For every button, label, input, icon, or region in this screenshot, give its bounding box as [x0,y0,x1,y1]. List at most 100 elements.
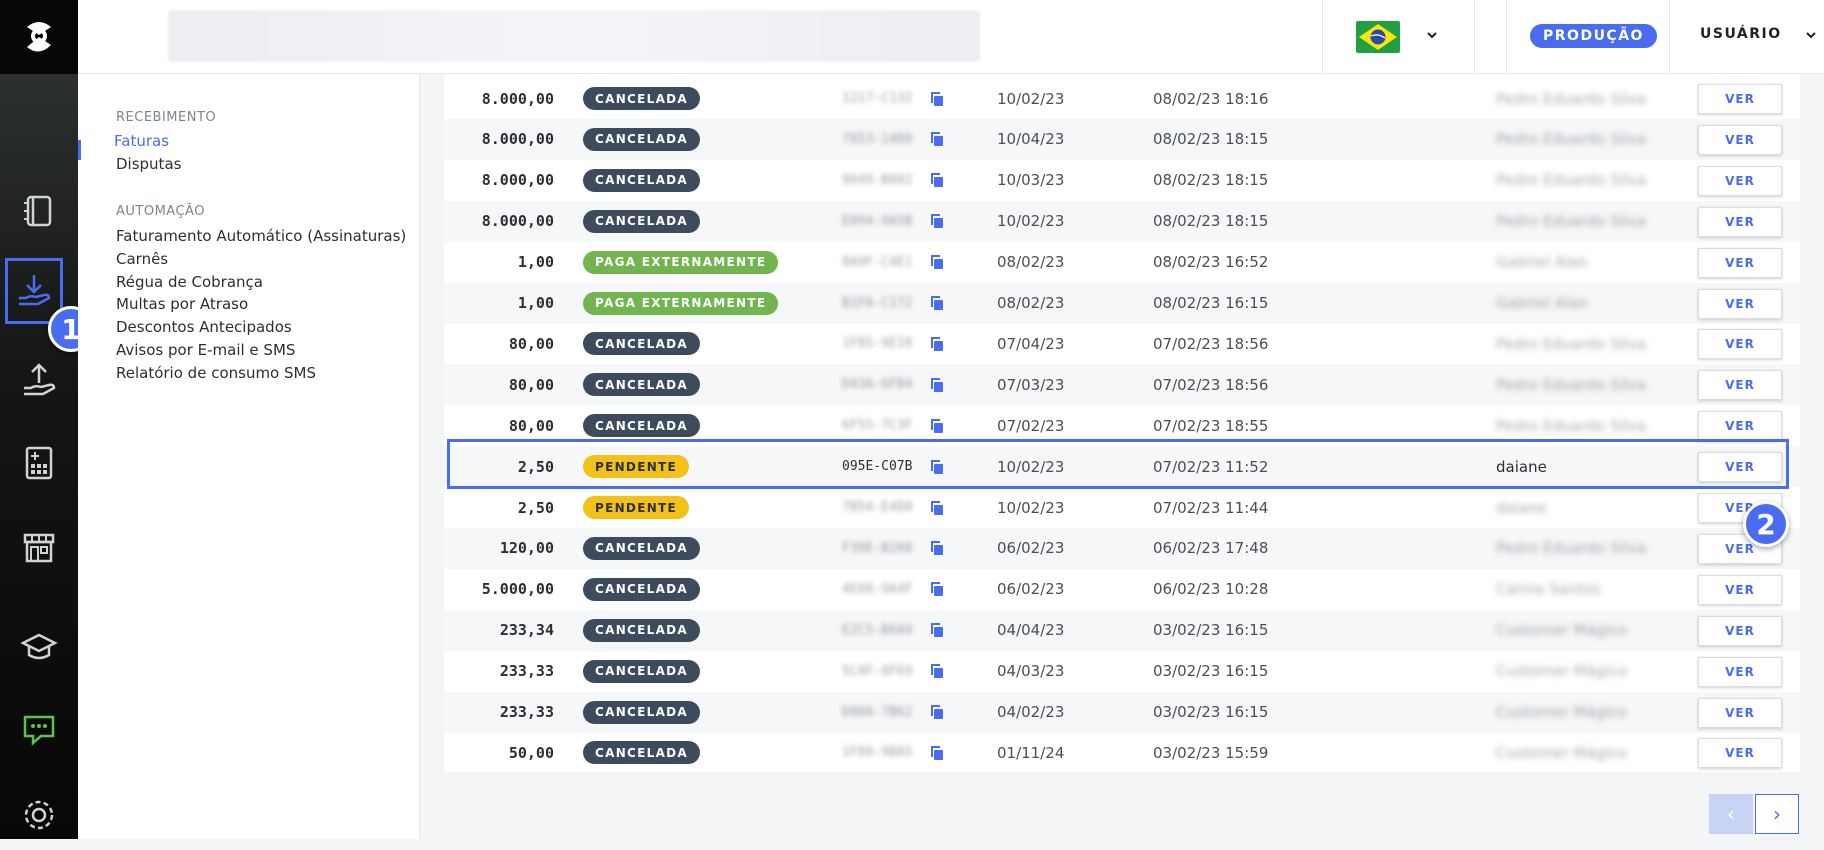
copy-icon[interactable] [929,487,947,528]
gear-icon[interactable] [0,780,78,850]
nav-link-carnes[interactable]: Carnês [116,250,168,268]
previous-page-button[interactable]: ‹ [1709,794,1753,834]
view-invoice-button[interactable]: VER [1698,370,1782,401]
user-menu[interactable]: USUÁRIO [1700,26,1782,42]
table-row: 2,50 PENDENTE 7B54-E480 10/02/23 07/02/23 11… [444,487,1800,528]
copy-icon[interactable] [929,732,947,773]
due-date: 01/11/24 [997,743,1065,762]
sub-navigation: RECEBIMENTO Faturas Disputas AUTOMAÇÃO F… [78,74,420,839]
table-row: 2,50 PENDENTE 095E-C07B 10/02/23 07/02/23 11… [444,446,1800,488]
view-invoice-button[interactable]: VER [1698,411,1782,442]
icon-rail [0,0,78,839]
invoice-amount: 1,00 [517,253,554,272]
view-invoice-button[interactable]: VER [1698,84,1782,114]
status-cell: CANCELADA [583,732,701,773]
invoice-code: D88A-7B62 [842,704,913,720]
copy-icon[interactable] [929,201,947,242]
view-invoice-button[interactable]: VER [1698,697,1782,728]
copy-icon[interactable] [929,651,947,692]
invoice-amount: 233,33 [499,703,554,721]
nav-link-faturas[interactable]: Faturas [114,132,169,150]
view-invoice-button[interactable]: VER [1698,329,1782,360]
copy-icon[interactable] [929,323,947,364]
view-invoice-button[interactable]: VER [1698,247,1782,278]
invoice-code: F39E-B2A8 [842,540,913,556]
environment-badge[interactable]: PRODUÇÃO [1530,24,1657,48]
copy-icon[interactable] [929,119,947,160]
copy-icon[interactable] [929,610,947,651]
invoice-amount: 8.000,00 [481,212,554,231]
view-invoice-button[interactable]: VER [1698,288,1782,319]
invoice-code: 1F80-9BA5 [842,745,913,761]
graduation-cap-icon[interactable] [0,612,78,682]
view-invoice-button[interactable]: VER [1698,206,1782,237]
section-title-automacao: AUTOMAÇÃO [116,204,205,219]
divider [1322,0,1323,74]
invoice-amount: 8.000,00 [481,171,554,190]
due-date: 10/04/23 [997,130,1065,149]
view-invoice-button[interactable]: VER [1698,124,1782,155]
invoice-amount: 50,00 [508,743,554,762]
client-name: Gabriel Alan [1496,294,1588,312]
nav-link-regua-de-cobranca[interactable]: Régua de Cobrança [116,273,263,291]
nav-link-multas-por-atraso[interactable]: Multas por Atraso [116,295,248,313]
nav-link-disputas[interactable]: Disputas [116,155,181,173]
status-badge: CANCELADA [583,168,701,192]
view-invoice-button[interactable]: VER [1698,738,1782,769]
invoice-code: 5C4F-8F69 [842,663,913,679]
annotation-marker: 2 [1743,501,1789,547]
view-invoice-button[interactable]: VER [1698,574,1782,605]
chevron-down-icon[interactable] [1804,28,1818,42]
table-row: 5.000,00 CANCELADA 4E08-9A4F 06/02/23 06/02/… [444,569,1800,610]
hand-pay-icon[interactable] [0,346,78,416]
status-cell: CANCELADA [583,119,701,160]
view-invoice-button[interactable]: VER [1698,615,1782,646]
table-row: 80,00 CANCELADA 1F85-9E18 07/04/23 07/02/23 … [444,323,1800,364]
copy-icon[interactable] [929,364,947,405]
search-bar[interactable] [168,10,980,62]
nav-link-avisos-email-sms[interactable]: Avisos por E-mail e SMS [116,341,295,359]
nav-link-relatorio-sms[interactable]: Relatório de consumo SMS [116,364,316,382]
invoice-amount: 80,00 [508,416,554,435]
view-invoice-button[interactable]: VER [1698,656,1782,687]
next-page-button[interactable]: › [1755,794,1799,834]
invoice-amount: 1,00 [517,294,554,312]
logo-icon[interactable] [0,0,78,74]
copy-icon[interactable] [929,569,947,610]
view-invoice-button[interactable]: VER [1698,452,1782,483]
status-cell: CANCELADA [583,610,701,651]
copy-icon[interactable] [929,160,947,201]
status-cell: PENDENTE [583,446,690,487]
chat-icon[interactable] [0,694,78,764]
divider [1474,0,1475,74]
copy-icon[interactable] [929,446,947,487]
invoice-amount: 5.000,00 [481,580,554,599]
copy-icon[interactable] [929,405,947,446]
book-icon[interactable] [0,176,78,246]
table-row: 8.000,00 CANCELADA 7853-1480 10/04/23 08/02/… [444,118,1800,160]
copy-icon[interactable] [929,692,947,733]
nav-link-faturamento-automatico[interactable]: Faturamento Automático (Assinaturas) [116,227,406,245]
view-invoice-button[interactable]: VER [1698,165,1782,196]
created-at: 08/02/23 18:15 [1153,212,1269,231]
calculator-icon[interactable] [0,428,78,498]
client-name: Pedro Eduardo Silva [1496,539,1647,558]
client-name: Carine Santos [1496,580,1601,599]
store-icon[interactable] [0,512,78,582]
status-badge: CANCELADA [583,414,701,438]
invoice-code: E094-9A5B [842,213,913,229]
client-name: daiane [1496,498,1547,517]
nav-link-descontos-antecipados[interactable]: Descontos Antecipados [116,318,292,336]
copy-icon[interactable] [929,242,947,283]
table-row: 8.000,00 CANCELADA 9049-B802 10/03/23 08/02/… [444,160,1800,201]
due-date: 04/03/23 [997,662,1065,681]
brazil-flag-icon[interactable] [1356,21,1400,53]
copy-icon[interactable] [929,283,947,324]
due-date: 10/02/23 [997,457,1065,476]
copy-icon[interactable] [929,78,947,119]
client-name: Pedro Eduardo Silva [1496,416,1647,435]
chevron-down-icon[interactable] [1425,28,1439,42]
client-name: Pedro Eduardo Silva [1496,334,1647,353]
status-badge: CANCELADA [583,700,701,724]
copy-icon[interactable] [929,528,947,569]
